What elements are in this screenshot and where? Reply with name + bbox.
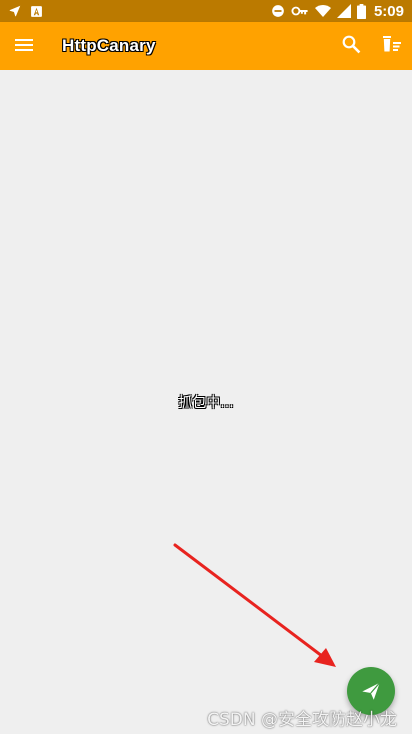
- search-button[interactable]: [339, 32, 363, 56]
- do-not-disturb-icon: [271, 4, 285, 18]
- app-bar: HttpCanary: [0, 22, 412, 70]
- cell-signal-icon: [336, 4, 351, 18]
- status-right: 5:09: [271, 2, 404, 20]
- capture-list-area: 抓包中...: [0, 70, 412, 734]
- menu-icon: [15, 39, 33, 51]
- app-title: HttpCanary: [62, 36, 156, 55]
- search-icon: [342, 35, 361, 54]
- screen: 5:09 HttpCanary 抓包中... CSDN @安全攻防赵小龙: [0, 0, 412, 734]
- a-letter-icon: [30, 5, 43, 18]
- status-bar: 5:09: [0, 0, 412, 22]
- delete-icon: [383, 36, 401, 52]
- status-time: 5:09: [373, 2, 404, 20]
- menu-button[interactable]: [12, 33, 36, 57]
- csdn-watermark: CSDN @安全攻防赵小龙: [207, 710, 397, 730]
- status-left: [8, 3, 43, 19]
- navigation-icon: [8, 4, 22, 18]
- vpn-key-icon: [291, 4, 309, 18]
- send-icon: [362, 682, 381, 700]
- battery-icon: [356, 3, 366, 19]
- delete-button[interactable]: [380, 32, 404, 56]
- capturing-status-text: 抓包中...: [178, 395, 234, 411]
- wifi-icon: [314, 4, 331, 18]
